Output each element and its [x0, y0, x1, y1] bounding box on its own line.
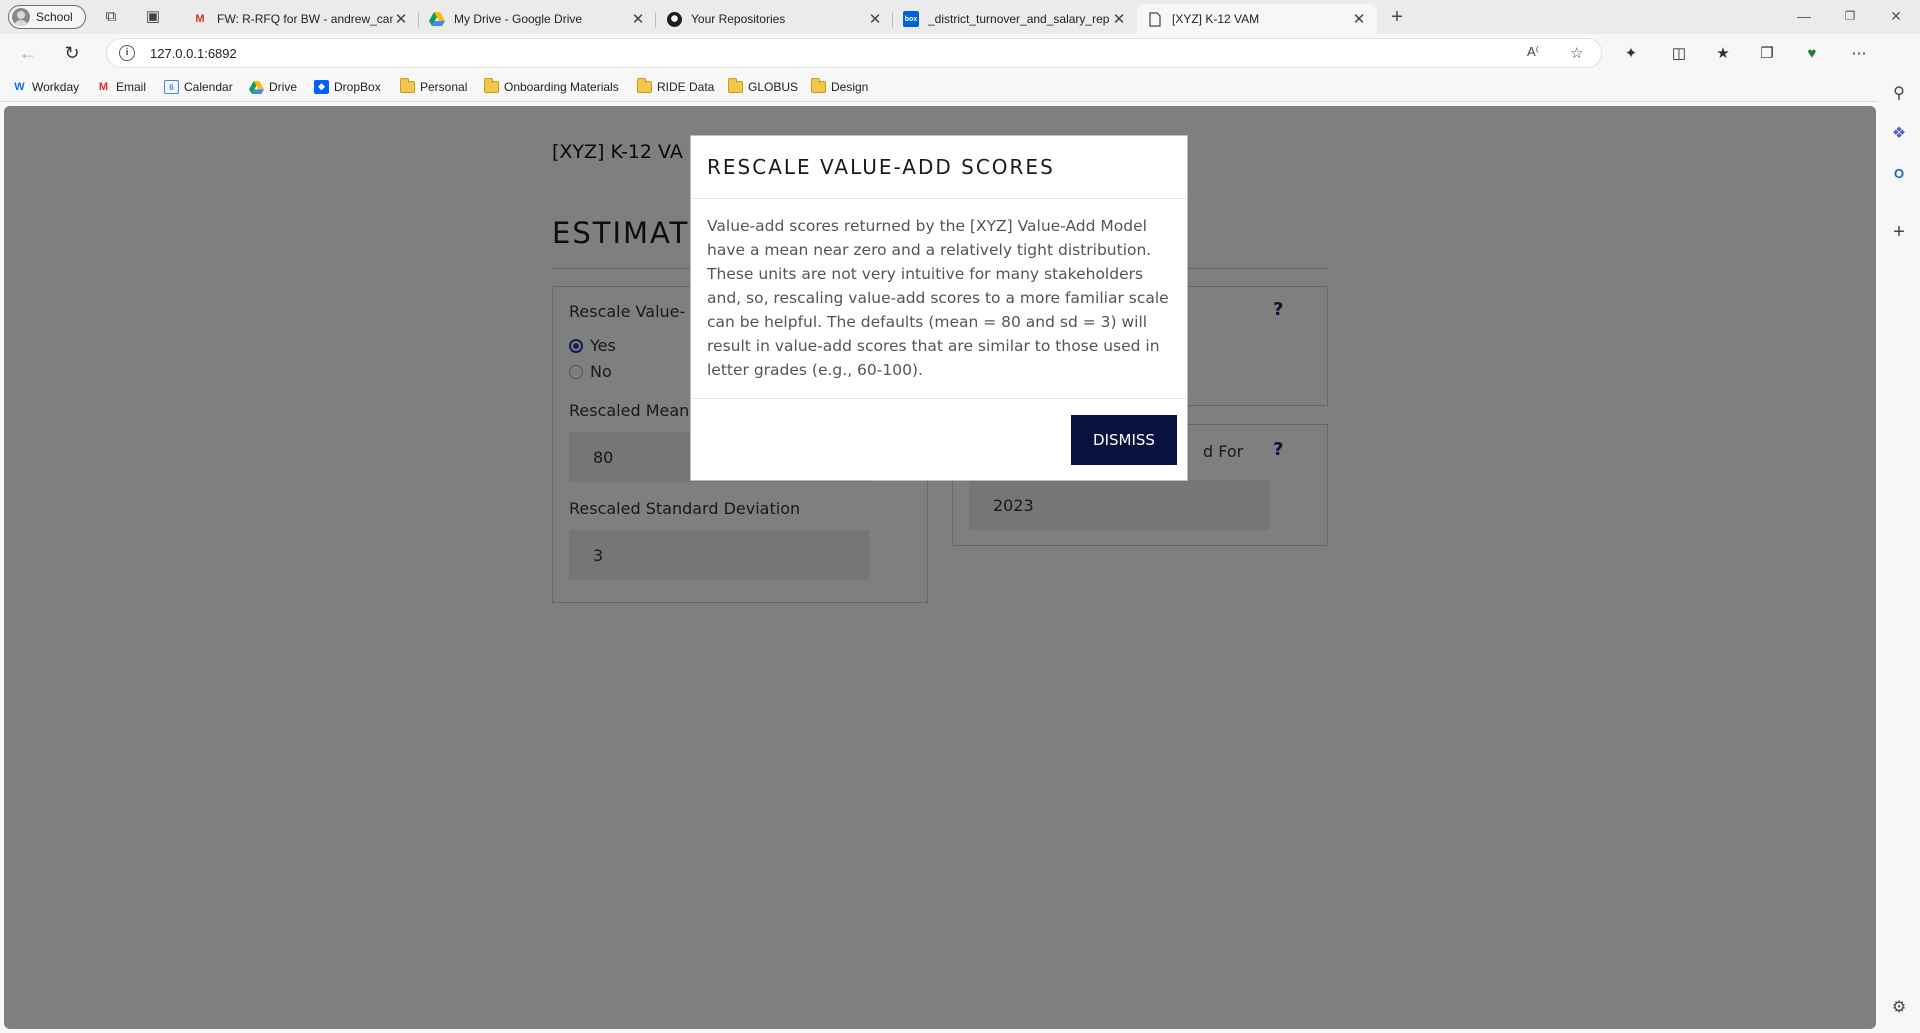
page-icon [1147, 11, 1163, 27]
bookmark-label: Workday [32, 80, 80, 94]
bookmark-dropbox[interactable]: ❖ DropBox [314, 78, 381, 96]
bookmark-label: Personal [420, 80, 468, 94]
restore-icon[interactable]: ❐ [1840, 5, 1860, 27]
workspaces-icon[interactable]: ⧉ [101, 7, 121, 27]
bookmark-label: Drive [269, 80, 298, 94]
close-tab-icon[interactable]: ✕ [393, 10, 409, 28]
close-tab-icon[interactable]: ✕ [1351, 10, 1367, 28]
search-icon[interactable]: ⚲ [1889, 84, 1909, 104]
close-tab-icon[interactable]: ✕ [630, 10, 646, 28]
minimize-icon[interactable]: — [1794, 5, 1814, 27]
folder-icon [484, 78, 499, 94]
workday-icon: W [14, 81, 25, 93]
address-bar[interactable]: i 127.0.0.1:6892 A⁽ ☆ [106, 38, 1602, 68]
profile-button[interactable]: School [8, 5, 86, 29]
tab-gmail[interactable]: M FW: R-RFQ for BW - andrew_cam ✕ [182, 4, 419, 34]
favorites-icon[interactable]: ★ [1712, 43, 1734, 65]
folder-icon [728, 78, 743, 94]
collections-icon[interactable]: ❐ [1756, 43, 1778, 65]
gmail-icon: M [195, 13, 205, 25]
bookmark-label: Email [116, 80, 147, 94]
favorite-star-icon[interactable]: ☆ [1570, 44, 1583, 62]
bookmark-label: Onboarding Materials [504, 80, 619, 94]
tab-box[interactable]: box _district_turnover_and_salary_rep ✕ [893, 4, 1137, 34]
more-menu-icon[interactable]: ⋯ [1848, 43, 1870, 65]
box-icon: box [903, 11, 919, 27]
close-tab-icon[interactable]: ✕ [867, 10, 883, 28]
modal-body: Value-add scores returned by the [XYZ] V… [707, 217, 1169, 379]
bookmark-label: RIDE Data [657, 80, 715, 94]
sidebar-settings-icon[interactable]: ⚙ [1889, 998, 1909, 1018]
url-text[interactable]: 127.0.0.1:6892 [150, 46, 237, 61]
bookmark-ride-data[interactable]: RIDE Data [637, 78, 714, 96]
modal-title: RESCALE VALUE-ADD SCORES [707, 155, 1055, 179]
tab-title: FW: R-RFQ for BW - andrew_cam [217, 12, 393, 26]
browser-toolbar: ← ↻ i 127.0.0.1:6892 A⁽ ☆ ✦ ◫ ★ ❐ ♥ ⋯ ❖ [0, 34, 1920, 72]
tab-title: Your Repositories [691, 12, 786, 26]
bookmark-drive[interactable]: Drive [249, 78, 297, 96]
bookmark-label: GLOBUS [748, 80, 799, 94]
edge-sidebar: ⚲ ❖ O + ⚙ [1878, 34, 1920, 1033]
github-icon [666, 11, 682, 27]
bookmark-onboarding-materials[interactable]: Onboarding Materials [484, 78, 619, 96]
bookmark-workday[interactable]: W Workday [12, 78, 79, 96]
folder-icon [637, 78, 652, 94]
back-icon[interactable]: ← [17, 42, 39, 64]
modal-divider [691, 198, 1187, 199]
add-sidebar-app-icon[interactable]: + [1889, 222, 1909, 242]
profile-avatar-icon [12, 8, 30, 26]
bookmark-design[interactable]: Design [811, 78, 868, 96]
bookmark-label: Calendar [184, 80, 233, 94]
bookmark-globus[interactable]: GLOBUS [728, 78, 798, 96]
folder-icon [400, 78, 415, 94]
bookmark-email[interactable]: M Email [96, 78, 146, 96]
copilot-sidebar-icon[interactable]: ❖ [1889, 124, 1909, 144]
new-tab-icon[interactable]: + [1387, 7, 1407, 27]
site-info-icon[interactable]: i [119, 45, 135, 61]
close-window-icon[interactable]: ✕ [1886, 5, 1906, 27]
bookmark-personal[interactable]: Personal [400, 78, 467, 96]
split-screen-icon[interactable]: ◫ [1668, 43, 1690, 65]
tab-github[interactable]: Your Repositories ✕ [656, 4, 893, 34]
dropbox-icon: ❖ [314, 80, 329, 94]
bookmark-label: Design [831, 80, 869, 94]
folder-icon [811, 78, 826, 94]
tab-title: My Drive - Google Drive [454, 12, 583, 26]
outlook-icon[interactable]: O [1889, 164, 1909, 184]
dismiss-button[interactable]: DISMISS [1071, 415, 1177, 465]
bookmarks-bar: W Workday M Email 6 Calendar Drive ❖ Dro… [0, 72, 1888, 102]
bookmark-calendar[interactable]: 6 Calendar [164, 78, 233, 96]
profile-label: School [36, 10, 73, 24]
close-tab-icon[interactable]: ✕ [1111, 10, 1127, 28]
bookmark-label: DropBox [334, 80, 381, 94]
modal-divider [691, 398, 1187, 399]
google-drive-icon [429, 11, 445, 27]
tab-strip: School ⧉ ▣ M FW: R-RFQ for BW - andrew_c… [0, 0, 1920, 34]
calendar-icon: 6 [164, 80, 179, 94]
tab-title: _district_turnover_and_salary_rep [928, 12, 1110, 26]
rescale-info-modal: RESCALE VALUE-ADD SCORES Value-add score… [690, 135, 1188, 481]
tab-xyz-vam[interactable]: [XYZ] K-12 VAM ✕ [1137, 4, 1377, 34]
read-aloud-icon[interactable]: A⁽ [1527, 44, 1539, 60]
page-viewport: [XYZ] K-12 VA ESTIMAT Rescale Value- Yes… [4, 106, 1876, 1029]
refresh-icon[interactable]: ↻ [61, 42, 83, 64]
tab-actions-icon[interactable]: ▣ [143, 7, 163, 27]
extensions-icon[interactable]: ✦ [1620, 43, 1642, 65]
browser-essentials-icon[interactable]: ♥ [1801, 43, 1823, 65]
gmail-icon: M [98, 81, 109, 93]
tab-google-drive[interactable]: My Drive - Google Drive ✕ [419, 4, 656, 34]
google-drive-icon [249, 80, 264, 94]
tab-title: [XYZ] K-12 VAM [1172, 12, 1260, 26]
